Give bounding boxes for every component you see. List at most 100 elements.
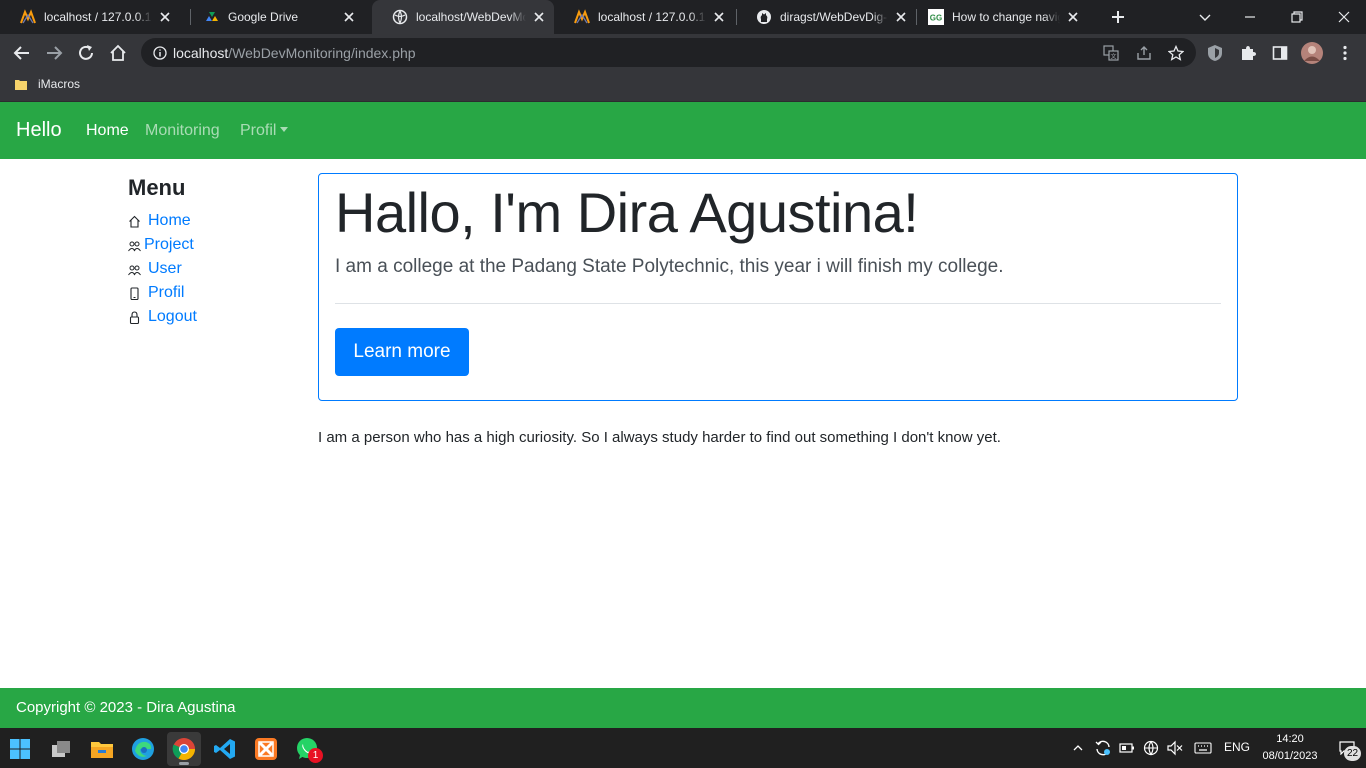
taskbar-whatsapp[interactable]: 1 bbox=[290, 732, 324, 766]
browser-toolbar: localhost/WebDevMonitoring/index.php 文 bbox=[0, 34, 1366, 72]
restore-icon[interactable] bbox=[1290, 10, 1304, 24]
close-window-icon[interactable] bbox=[1337, 10, 1351, 24]
sidebar-item-profil[interactable]: Profil bbox=[128, 281, 298, 305]
start-button[interactable] bbox=[3, 732, 37, 766]
sync-tray-button[interactable] bbox=[1093, 738, 1113, 758]
navbar-brand[interactable]: Hello bbox=[16, 119, 62, 142]
sidebar-item-project[interactable]: Project bbox=[128, 233, 298, 257]
file-explorer-icon bbox=[91, 742, 113, 758]
side-panel-button[interactable] bbox=[1268, 41, 1292, 65]
windows-taskbar: 1 ENG 14:20 08/01/2023 22 bbox=[0, 728, 1366, 768]
back-button[interactable] bbox=[10, 41, 34, 65]
home-button[interactable] bbox=[106, 41, 130, 65]
clock[interactable]: 14:20 08/01/2023 bbox=[1258, 731, 1322, 765]
volume-tray-button[interactable] bbox=[1165, 738, 1185, 758]
taskbar-edge[interactable] bbox=[126, 732, 160, 766]
chrome-icon bbox=[172, 738, 195, 760]
reload-button[interactable] bbox=[74, 41, 98, 65]
new-tab-icon[interactable] bbox=[1110, 9, 1126, 25]
close-icon[interactable] bbox=[712, 10, 726, 24]
bookmark-imacros[interactable]: iMacros bbox=[14, 77, 80, 91]
keyboard-icon bbox=[1194, 742, 1212, 754]
nav-profil-dropdown[interactable]: Profil bbox=[240, 122, 289, 140]
close-icon[interactable] bbox=[532, 10, 546, 24]
close-icon[interactable] bbox=[158, 10, 172, 24]
tab-phpmyadmin-1[interactable]: localhost / 127.0.0.1 / c bbox=[0, 0, 180, 34]
taskbar-chrome[interactable] bbox=[167, 732, 201, 766]
tab-webdevmonitoring[interactable]: localhost/WebDevMonitoring bbox=[372, 0, 554, 34]
people-icon bbox=[128, 241, 141, 251]
sidebar-item-label: Profil bbox=[148, 284, 185, 301]
tab-title: Google Drive bbox=[228, 10, 299, 24]
sidebar: Menu Home Project User Profil Logout bbox=[128, 175, 298, 329]
taskbar-vscode[interactable] bbox=[208, 732, 242, 766]
divider bbox=[335, 303, 1221, 304]
caret-down-icon bbox=[280, 127, 289, 132]
phpmyadmin-icon bbox=[20, 9, 36, 24]
sidebar-item-home[interactable]: Home bbox=[128, 209, 298, 233]
task-view-button[interactable] bbox=[44, 732, 78, 766]
reload-icon bbox=[79, 45, 93, 60]
shield-icon bbox=[1208, 45, 1222, 61]
nav-profil-label: Profil bbox=[240, 122, 277, 139]
url-text: localhost/WebDevMonitoring/index.php bbox=[173, 45, 416, 61]
notification-center-button[interactable]: 22 bbox=[1333, 738, 1361, 761]
sidebar-item-logout[interactable]: Logout bbox=[128, 305, 298, 329]
minimize-icon[interactable] bbox=[1243, 10, 1257, 24]
puzzle-icon bbox=[1242, 46, 1256, 60]
tab-strip: localhost / 127.0.0.1 / c Google Drive l… bbox=[0, 0, 1366, 34]
sidebar-title: Menu bbox=[128, 175, 186, 200]
clock-time: 14:20 bbox=[1276, 733, 1304, 745]
jumbotron-lead: I am a college at the Padang State Polyt… bbox=[335, 256, 1004, 277]
battery-icon bbox=[1119, 743, 1134, 753]
svg-text:GG: GG bbox=[930, 14, 942, 23]
notification-badge: 1 bbox=[308, 748, 323, 763]
touch-keyboard-button[interactable] bbox=[1193, 738, 1213, 758]
forward-button[interactable] bbox=[42, 41, 66, 65]
share-icon[interactable] bbox=[1136, 45, 1152, 61]
site-info-icon[interactable] bbox=[153, 45, 167, 60]
address-bar[interactable]: localhost/WebDevMonitoring/index.php 文 bbox=[141, 38, 1196, 67]
tab-google-drive[interactable]: Google Drive bbox=[184, 0, 364, 34]
github-icon bbox=[757, 10, 771, 24]
bookmark-star-icon[interactable] bbox=[1168, 45, 1184, 61]
translate-icon[interactable]: 文 bbox=[1103, 45, 1119, 61]
show-hidden-icons-button[interactable] bbox=[1068, 738, 1088, 758]
chrome-menu-button[interactable] bbox=[1333, 41, 1357, 65]
site-footer: Copyright © 2023 - Dira Agustina bbox=[0, 688, 1366, 728]
nav-monitoring[interactable]: Monitoring bbox=[145, 122, 220, 140]
extension-shield-button[interactable] bbox=[1203, 41, 1227, 65]
extensions-button[interactable] bbox=[1236, 41, 1260, 65]
site-navbar: Hello Home Monitoring Profil bbox=[0, 102, 1366, 159]
tab-phpmyadmin-2[interactable]: localhost / 127.0.0.1 / c bbox=[554, 0, 734, 34]
learn-more-button[interactable]: Learn more bbox=[335, 328, 469, 376]
sidebar-item-label: Logout bbox=[148, 308, 197, 325]
taskbar-xampp[interactable] bbox=[249, 732, 283, 766]
bookmarks-bar: iMacros bbox=[0, 72, 1366, 102]
url-host: localhost bbox=[173, 44, 229, 61]
arrow-left-icon bbox=[13, 46, 29, 60]
vscode-icon bbox=[214, 739, 235, 759]
nav-home[interactable]: Home bbox=[86, 122, 129, 140]
close-icon[interactable] bbox=[1066, 10, 1080, 24]
sidebar-item-user[interactable]: User bbox=[128, 257, 298, 281]
profile-button[interactable] bbox=[1300, 41, 1324, 65]
network-tray-button[interactable] bbox=[1141, 738, 1161, 758]
close-icon[interactable] bbox=[342, 10, 356, 24]
taskbar-file-explorer[interactable] bbox=[85, 732, 119, 766]
jumbotron: Hallo, I'm Dira Agustina! I am a college… bbox=[318, 173, 1238, 401]
tab-search-chevron-icon[interactable] bbox=[1198, 10, 1212, 24]
globe-icon bbox=[392, 9, 408, 25]
more-vert-icon bbox=[1343, 45, 1347, 61]
close-icon[interactable] bbox=[894, 10, 908, 24]
tab-title: localhost/WebDevMonitoring bbox=[416, 10, 526, 24]
battery-tray-button[interactable] bbox=[1117, 738, 1137, 758]
google-drive-icon bbox=[206, 12, 218, 21]
clock-date: 08/01/2023 bbox=[1262, 750, 1318, 762]
tab-geeksforgeeks[interactable]: GG How to change navigation bbox=[908, 0, 1088, 34]
side-panel-icon bbox=[1272, 46, 1288, 60]
tab-github[interactable]: diragst/WebDevDig-Y bbox=[736, 0, 916, 34]
input-language[interactable]: ENG bbox=[1224, 740, 1250, 754]
lock-icon bbox=[129, 310, 140, 324]
arrow-right-icon bbox=[47, 46, 63, 60]
